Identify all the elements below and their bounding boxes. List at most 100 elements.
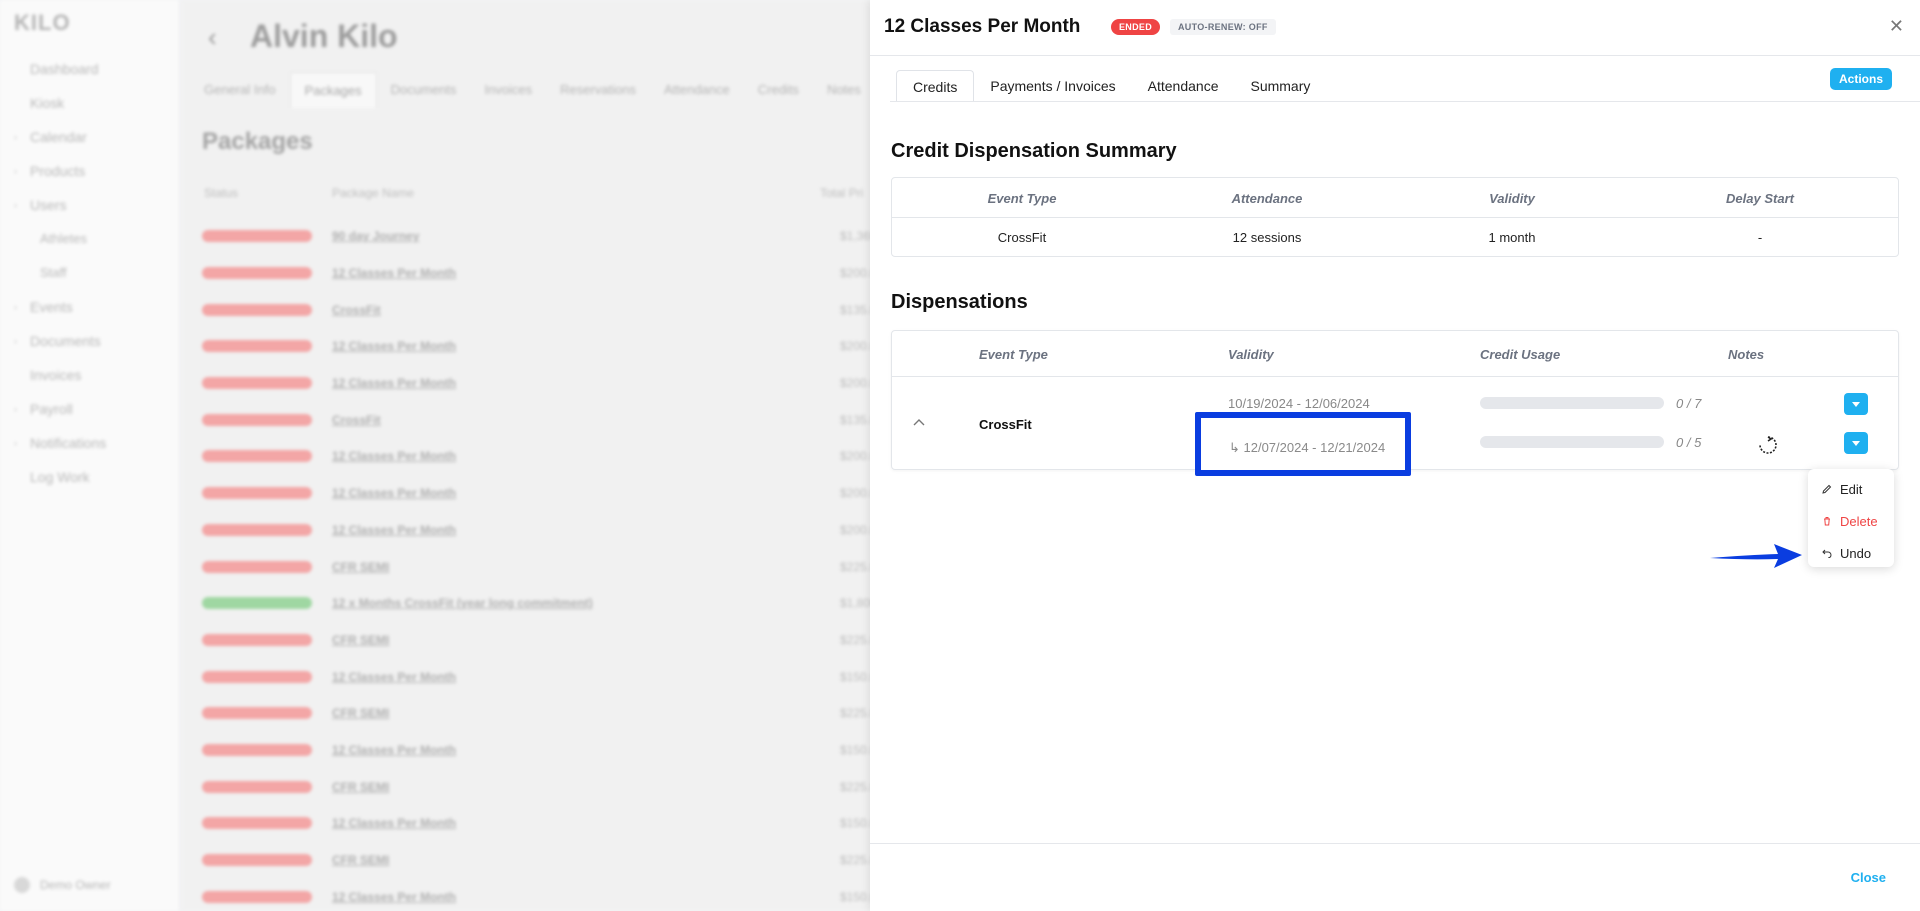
table-row[interactable]: ENDED12 Classes Per Month$200.00: [202, 438, 883, 475]
tab-credits[interactable]: Credits: [896, 70, 975, 102]
package-name-link[interactable]: 12 Classes Per Month: [332, 890, 456, 904]
table-row[interactable]: ENDEDCrossFit$135.00: [202, 401, 883, 438]
logo: KILO: [14, 10, 71, 35]
actions-button[interactable]: Actions: [1829, 68, 1892, 90]
chevron-up-icon[interactable]: [912, 415, 926, 429]
status-badge: ENDED: [202, 670, 312, 683]
package-name-link[interactable]: 90 day Journey: [332, 229, 419, 243]
panel-header: 12 Classes Per Month ENDED AUTO-RENEW: O…: [870, 0, 1920, 56]
table-row[interactable]: ENDEDCrossFit$135.00: [202, 291, 883, 328]
tab-documents[interactable]: Documents: [377, 72, 471, 108]
table-row[interactable]: ENDED12 Classes Per Month$150.00: [202, 805, 883, 842]
credit-usage-bar-2: [1480, 436, 1664, 448]
table-row[interactable]: ENDED90 day Journey$1,365.00: [202, 218, 893, 255]
sidebar-item-calendar[interactable]: › Calendar: [0, 120, 180, 154]
table-row[interactable]: ENDED12 Classes Per Month$200.00: [202, 512, 883, 549]
status-badge: ENDED: [202, 817, 312, 830]
dispensation-event-type: CrossFit: [979, 417, 1032, 432]
sidebar-item-notifications[interactable]: › Notifications: [0, 426, 180, 460]
sidebar-item-invoices[interactable]: Invoices: [0, 358, 180, 392]
table-row[interactable]: ENDEDCFR SEMI$225.00: [202, 842, 883, 879]
package-name-link[interactable]: 12 Classes Per Month: [332, 449, 456, 463]
row-actions-dropdown-2[interactable]: [1844, 432, 1868, 454]
column-header-total-price: Total Pri: [820, 186, 864, 200]
sidebar-item-payroll[interactable]: › Payroll: [0, 392, 180, 426]
package-name-link[interactable]: CFR SEMI: [332, 853, 389, 867]
package-name-link[interactable]: 12 x Months CrossFit (year long commitme…: [332, 596, 593, 610]
menu-item-delete[interactable]: Delete: [1822, 511, 1878, 531]
dispensations-table-header: Event Type Validity Credit Usage Notes: [892, 331, 1898, 377]
tab-packages[interactable]: Packages: [289, 72, 377, 108]
package-name-link[interactable]: CFR SEMI: [332, 560, 389, 574]
table-row[interactable]: ENDED12 Classes Per Month$150.00: [202, 732, 883, 769]
package-name-link[interactable]: 12 Classes Per Month: [332, 816, 456, 830]
table-row[interactable]: ENDED12 Classes Per Month$200.00: [202, 365, 883, 402]
table-row[interactable]: ENDED12 Classes Per Month$150.00: [202, 658, 883, 695]
table-row[interactable]: ACTIVE 12 x Months CrossFit (year long co…: [202, 585, 893, 622]
package-name-link[interactable]: CFR SEMI: [332, 706, 389, 720]
chevron-right-icon: ›: [14, 336, 17, 346]
table-row[interactable]: ENDEDCFR SEMI$225.00: [202, 548, 883, 585]
tab-attendance[interactable]: Attendance: [650, 72, 744, 108]
menu-item-delete-label: Delete: [1840, 513, 1878, 529]
package-name-link[interactable]: 12 Classes Per Month: [332, 339, 456, 353]
package-name-link[interactable]: 12 Classes Per Month: [332, 266, 456, 280]
package-name-link[interactable]: 12 Classes Per Month: [332, 670, 456, 684]
package-name-link[interactable]: CrossFit: [332, 303, 381, 317]
sidebar-item-dashboard[interactable]: Dashboard: [0, 52, 180, 86]
highlighted-validity-cell: ↳ 12/07/2024 - 12/21/2024: [1195, 412, 1411, 476]
tab-general-info[interactable]: General Info: [190, 72, 290, 108]
sidebar-item-users[interactable]: › Users: [0, 188, 180, 222]
status-badge: ENDED: [202, 743, 312, 756]
sidebar-nav: Dashboard Kiosk › Calendar › Products › Users At…: [0, 52, 180, 494]
summary-cell-delay-start: -: [1757, 230, 1763, 245]
package-name-link[interactable]: CrossFit: [332, 413, 381, 427]
status-badge: ENDED: [202, 633, 312, 646]
status-badge: ENDED: [202, 340, 312, 353]
table-row[interactable]: ENDEDCFR SEMI$225.00: [202, 622, 883, 659]
table-row[interactable]: ENDED12 Classes Per Month$150.00: [202, 878, 883, 911]
sidebar-item-staff[interactable]: Staff: [0, 256, 180, 290]
sidebar-item-log-work[interactable]: Log Work: [0, 460, 180, 494]
sidebar-item-products[interactable]: › Products: [0, 154, 180, 188]
row-actions-dropdown-1[interactable]: [1844, 393, 1868, 415]
dispensations-header-notes: Notes: [1728, 347, 1765, 362]
tab-notes[interactable]: Notes: [813, 72, 875, 108]
package-name-link[interactable]: CFR SEMI: [332, 780, 389, 794]
loading-spinner-icon: [1759, 436, 1777, 454]
current-user[interactable]: Demo Owner: [14, 877, 111, 893]
sidebar-item-kiosk[interactable]: Kiosk: [0, 86, 180, 120]
menu-item-edit[interactable]: Edit: [1822, 479, 1862, 499]
package-name-link[interactable]: 12 Classes Per Month: [332, 743, 456, 757]
tab-invoices[interactable]: Invoices: [470, 72, 546, 108]
sidebar-item-events[interactable]: › Events: [0, 290, 180, 324]
tab-credits[interactable]: Credits: [744, 72, 813, 108]
auto-renew-badge: AUTO-RENEW: OFF: [1170, 19, 1276, 35]
package-name-link[interactable]: 12 Classes Per Month: [332, 523, 456, 537]
sidebar-item-label: Athletes: [40, 231, 87, 246]
chevron-right-icon: ›: [14, 302, 17, 312]
undo-icon: [1822, 549, 1832, 558]
close-icon[interactable]: ✕: [1889, 16, 1904, 37]
avatar: [14, 877, 30, 893]
package-name-link[interactable]: CFR SEMI: [332, 633, 389, 647]
tab-reservations[interactable]: Reservations: [546, 72, 650, 108]
package-name-link[interactable]: 12 Classes Per Month: [332, 486, 456, 500]
credit-usage-bar-1: [1480, 397, 1664, 409]
package-name-link[interactable]: 12 Classes Per Month: [332, 376, 456, 390]
table-row[interactable]: ENDED12 Classes Per Month$200.00: [202, 255, 883, 292]
sidebar-item-athletes[interactable]: Athletes: [0, 222, 180, 256]
table-row[interactable]: ENDED12 Classes Per Month$200.00: [202, 475, 883, 512]
sidebar-item-label: Log Work: [30, 469, 90, 485]
sidebar-item-documents[interactable]: › Documents: [0, 324, 180, 358]
menu-item-undo[interactable]: Undo: [1822, 543, 1871, 563]
credit-usage-2: 0 / 5: [1676, 435, 1702, 450]
table-row[interactable]: ENDEDCFR SEMI$225.00: [202, 768, 883, 805]
tab-attendance[interactable]: Attendance: [1132, 70, 1235, 102]
tab-summary[interactable]: Summary: [1234, 70, 1326, 102]
table-row[interactable]: ENDEDCFR SEMI$225.00: [202, 695, 883, 732]
table-row[interactable]: ENDED12 Classes Per Month$200.00: [202, 328, 883, 365]
close-button[interactable]: Close: [1851, 870, 1886, 885]
tab-payments-invoices[interactable]: Payments / Invoices: [974, 70, 1131, 102]
back-chevron-icon[interactable]: ‹: [208, 22, 217, 53]
